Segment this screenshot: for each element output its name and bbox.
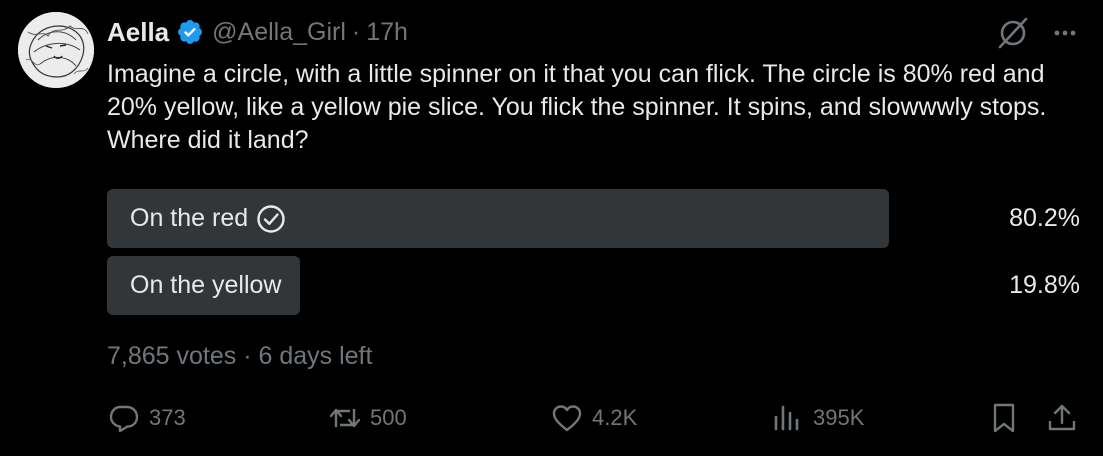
poll: On the red 80.2% On the yellow 19.8%: [107, 189, 1082, 323]
poll-meta-separator: ·: [243, 342, 252, 370]
author-name[interactable]: Aella: [107, 17, 169, 48]
repost-icon: [329, 408, 361, 428]
action-bar: 373 500 4.2K 395K: [107, 398, 1082, 438]
poll-meta: 7,865 votes · 6 days left: [107, 342, 372, 371]
like-icon: [552, 405, 582, 432]
like-count: 4.2K: [592, 405, 638, 430]
reply-button[interactable]: 373: [107, 398, 186, 438]
avatar-sketch-image: [18, 12, 94, 88]
poll-option-red[interactable]: On the red 80.2%: [107, 189, 1082, 248]
header-separator: ·: [351, 17, 361, 46]
tweet-header: Aella @Aella_Girl · 17h: [107, 14, 408, 50]
tweet-timestamp[interactable]: 17h: [366, 18, 408, 47]
poll-option-label: On the yellow: [130, 271, 282, 299]
views-count: 395K: [813, 405, 865, 430]
views-icon: [774, 405, 799, 431]
check-circle-icon: [257, 204, 285, 233]
poll-percent: 19.8%: [1009, 271, 1080, 299]
grok-icon[interactable]: [996, 16, 1030, 50]
avatar[interactable]: [18, 12, 94, 88]
poll-percent: 80.2%: [1009, 204, 1080, 232]
author-handle[interactable]: @Aella_Girl: [212, 18, 346, 47]
views-button[interactable]: 395K: [771, 398, 864, 438]
reply-count: 373: [149, 405, 186, 430]
verified-badge-icon[interactable]: [176, 18, 204, 46]
poll-option-label: On the red: [130, 204, 249, 232]
poll-votes: 7,865 votes: [107, 342, 237, 370]
poll-time-left: 6 days left: [258, 342, 373, 370]
repost-count: 500: [370, 405, 407, 430]
tweet: Aella @Aella_Girl · 17h Imagine a circle…: [0, 0, 1103, 456]
share-icon: [1048, 404, 1076, 431]
repost-button[interactable]: 500: [328, 398, 407, 438]
like-button[interactable]: 4.2K: [550, 398, 637, 438]
bookmark-button[interactable]: [987, 398, 1029, 438]
reply-icon: [109, 405, 139, 433]
share-button[interactable]: [1045, 398, 1087, 438]
bookmark-icon: [993, 403, 1015, 433]
more-icon[interactable]: [1048, 16, 1082, 50]
tweet-text: Imagine a circle, with a little spinner …: [107, 60, 1061, 154]
poll-option-yellow[interactable]: On the yellow 19.8%: [107, 256, 1082, 315]
